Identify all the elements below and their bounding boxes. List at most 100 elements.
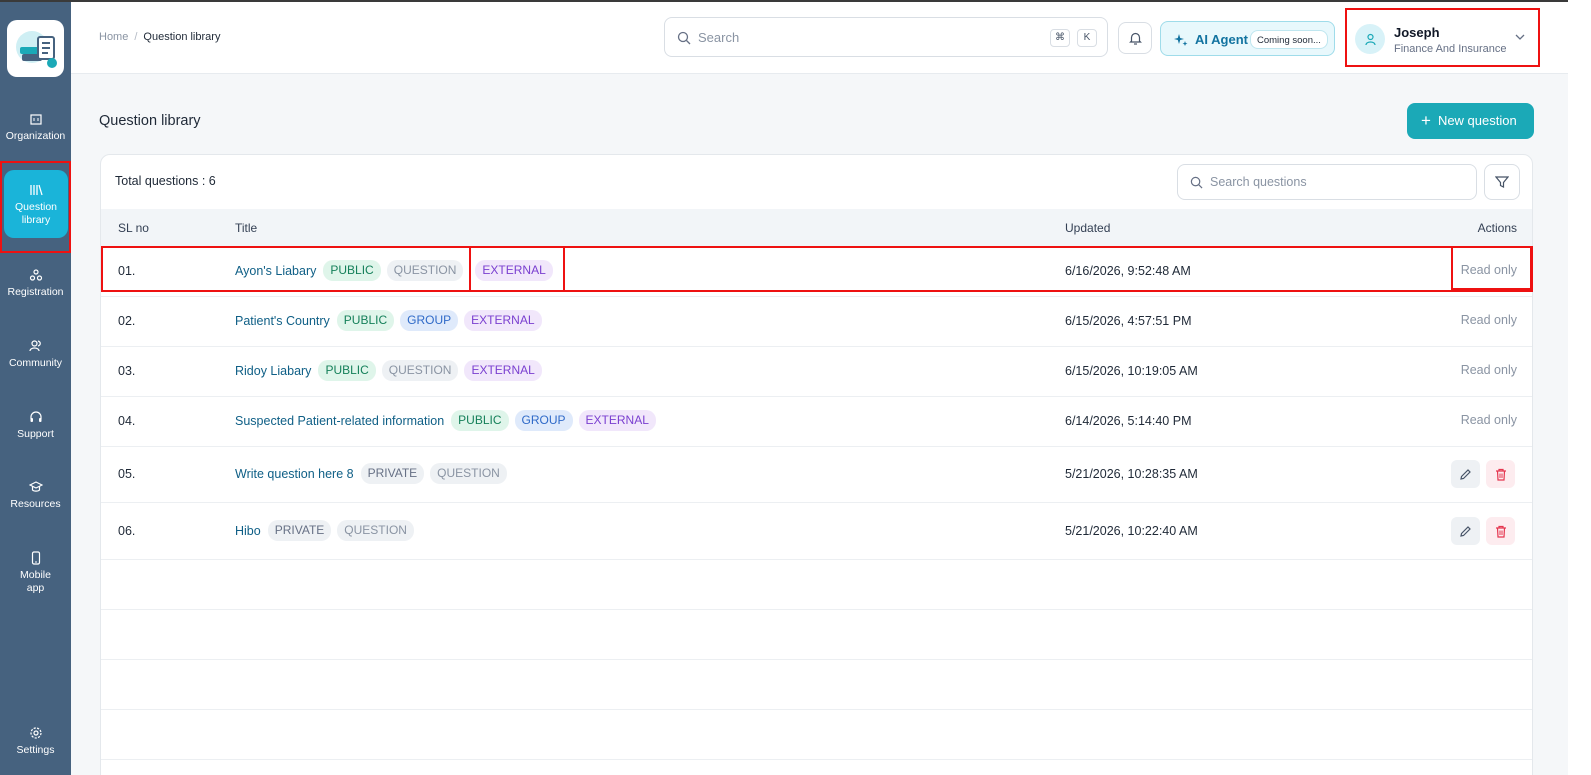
avatar — [1355, 24, 1385, 54]
new-question-button[interactable]: + New question — [1407, 103, 1534, 139]
sidebar-item-label: Mobile app — [20, 569, 51, 594]
table-row[interactable]: 05. Write question here 8 PRIVATE QUESTI… — [101, 447, 1532, 503]
sidebar-item-registration[interactable]: Registration — [0, 268, 71, 299]
sidebar-item-label: Registration — [7, 286, 64, 298]
breadcrumb-current: Question library — [143, 31, 221, 43]
coming-soon-badge: Coming soon... — [1250, 30, 1328, 49]
sidebar-item-label: Support — [17, 428, 54, 440]
public-tag: PUBLIC — [336, 310, 395, 331]
total-questions: Total questions : 6 — [115, 174, 216, 188]
question-title[interactable]: Write question here 8 — [235, 467, 354, 481]
registration-icon — [29, 269, 42, 281]
row-sl: 03. — [118, 364, 136, 378]
edit-button[interactable] — [1451, 460, 1480, 488]
sidebar-item-support[interactable]: Support — [0, 410, 71, 441]
public-tag: PUBLIC — [318, 360, 376, 381]
group-tag: GROUP — [400, 310, 459, 331]
row-updated: 6/15/2026, 4:57:51 PM — [1065, 314, 1192, 328]
row-title-cell: Patient's Country PUBLIC GROUP EXTERNAL — [235, 310, 542, 331]
row-sl: 02. — [118, 314, 136, 328]
sparkle-icon — [1174, 34, 1188, 46]
trash-icon — [1495, 468, 1506, 481]
table-row[interactable]: 06. Hibo PRIVATE QUESTION 5/21/2026, 10:… — [101, 503, 1532, 560]
sidebar-item-organization[interactable]: Organization — [0, 112, 71, 143]
empty-row — [101, 560, 1532, 610]
row-title-cell: Hibo PRIVATE QUESTION — [235, 520, 414, 541]
scrollbar-gutter — [1568, 0, 1591, 775]
edit-button[interactable] — [1451, 517, 1480, 545]
filter-button[interactable] — [1484, 164, 1520, 200]
sidebar-item-label: Settings — [16, 744, 55, 756]
trash-icon — [1495, 525, 1506, 538]
question-title[interactable]: Ridoy Liabary — [235, 364, 311, 378]
breadcrumb-home[interactable]: Home — [99, 31, 128, 43]
building-icon — [29, 114, 42, 125]
global-search[interactable]: Search ⌘ K — [664, 17, 1108, 57]
question-title[interactable]: Patient's Country — [235, 314, 330, 328]
question-title[interactable]: Hibo — [235, 524, 261, 538]
group-tag: GROUP — [514, 410, 573, 431]
question-tag: QUESTION — [430, 463, 507, 484]
question-title[interactable]: Suspected Patient-related information — [235, 414, 444, 428]
table-header: SL no Title Updated Actions — [101, 209, 1532, 246]
question-tag: QUESTION — [337, 520, 414, 541]
app-window: Organization Question library Registrati… — [0, 2, 1568, 775]
community-icon — [28, 340, 41, 352]
ai-agent-button[interactable]: AI Agent Coming soon... — [1160, 21, 1335, 56]
notification-button[interactable] — [1118, 22, 1152, 54]
private-tag: PRIVATE — [360, 463, 425, 484]
read-only-label: Read only — [1460, 313, 1517, 327]
column-title: Title — [235, 221, 258, 235]
chevron-down-icon — [1515, 34, 1525, 40]
table-row[interactable]: 04. Suspected Patient-related informatio… — [101, 397, 1532, 447]
highlight-box — [563, 246, 1533, 292]
empty-row — [101, 660, 1532, 710]
user-organization: Finance And Insurance — [1394, 43, 1507, 55]
public-tag: PUBLIC — [451, 410, 509, 431]
sidebar-item-resources[interactable]: Resources — [0, 480, 71, 511]
private-tag: PRIVATE — [267, 520, 332, 541]
sidebar-item-label: Resources — [10, 498, 61, 510]
search-placeholder: Search — [698, 30, 740, 45]
read-only-label: Read only — [1460, 413, 1517, 427]
ai-agent-label: AI Agent — [1195, 32, 1248, 47]
highlight-box — [101, 246, 471, 292]
empty-row — [101, 710, 1532, 760]
row-title-cell: Write question here 8 PRIVATE QUESTION — [235, 463, 507, 484]
delete-button[interactable] — [1486, 517, 1515, 545]
new-question-label: New question — [1437, 113, 1517, 128]
column-updated: Updated — [1065, 221, 1111, 235]
external-tag: EXTERNAL — [464, 310, 542, 331]
row-updated: 5/21/2026, 10:22:40 AM — [1065, 524, 1198, 538]
sidebar-item-settings[interactable]: Settings — [0, 726, 71, 757]
app-logo[interactable] — [7, 20, 64, 77]
user-menu[interactable]: Joseph Finance And Insurance — [1345, 8, 1540, 67]
table-row[interactable]: 02. Patient's Country PUBLIC GROUP EXTER… — [101, 297, 1532, 347]
headset-icon — [29, 411, 42, 422]
delete-button[interactable] — [1486, 460, 1515, 488]
read-only-label: Read only — [1460, 363, 1517, 377]
highlight-box — [1451, 246, 1532, 290]
filter-icon — [1495, 176, 1509, 188]
command-key: ⌘ — [1050, 29, 1070, 47]
question-search-input[interactable]: Search questions — [1177, 164, 1477, 200]
user-icon — [1364, 33, 1376, 45]
empty-row — [101, 610, 1532, 660]
page-title: Question library — [99, 113, 201, 129]
question-tag: QUESTION — [381, 360, 459, 381]
pencil-icon — [1460, 525, 1471, 537]
table-row[interactable]: 03. Ridoy Liabary PUBLIC QUESTION EXTERN… — [101, 347, 1532, 397]
mobile-icon — [31, 551, 40, 565]
sidebar-item-mobile-app[interactable]: Mobile app — [0, 551, 71, 595]
sidebar-item-community[interactable]: Community — [0, 339, 71, 370]
sidebar-item-label: Organization — [5, 130, 66, 142]
row-title-cell: Ridoy Liabary PUBLIC QUESTION EXTERNAL — [235, 360, 542, 381]
column-sl-no: SL no — [118, 221, 149, 235]
pencil-icon — [1460, 468, 1471, 480]
top-header: Home / Question library Search ⌘ K AI Agen… — [71, 2, 1568, 74]
gear-icon — [29, 727, 42, 739]
row-sl: 05. — [118, 467, 136, 481]
row-sl: 06. — [118, 524, 136, 538]
bell-icon — [1128, 32, 1142, 45]
highlight-box — [469, 246, 565, 292]
